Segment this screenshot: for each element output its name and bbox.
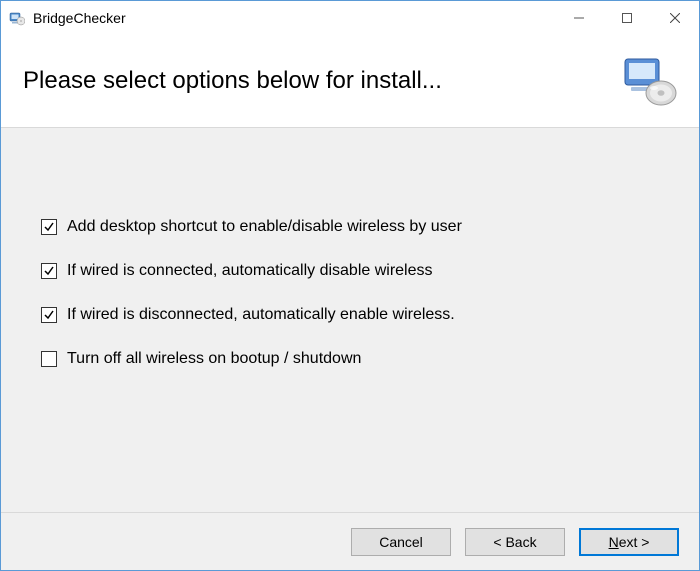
page-title: Please select options below for install.… — [23, 67, 442, 95]
option-desktop-shortcut[interactable]: Add desktop shortcut to enable/disable w… — [41, 218, 659, 236]
options-panel: Add desktop shortcut to enable/disable w… — [1, 128, 699, 512]
app-icon — [9, 10, 25, 26]
checkbox-icon[interactable] — [41, 219, 57, 235]
option-auto-enable-wireless[interactable]: If wired is disconnected, automatically … — [41, 306, 659, 324]
close-button[interactable] — [651, 1, 699, 35]
checkbox-icon[interactable] — [41, 307, 57, 323]
wizard-header: Please select options below for install.… — [1, 35, 699, 128]
cancel-button[interactable]: Cancel — [351, 528, 451, 556]
option-label: If wired is connected, automatically dis… — [67, 262, 433, 280]
titlebar: BridgeChecker — [1, 1, 699, 35]
option-auto-disable-wireless[interactable]: If wired is connected, automatically dis… — [41, 262, 659, 280]
option-label: If wired is disconnected, automatically … — [67, 306, 455, 324]
next-button-rest: ext > — [619, 534, 650, 550]
installer-window: BridgeChecker Please select options belo… — [0, 0, 700, 571]
option-turn-off-on-boot[interactable]: Turn off all wireless on bootup / shutdo… — [41, 350, 659, 368]
minimize-button[interactable] — [555, 1, 603, 35]
checkbox-icon[interactable] — [41, 263, 57, 279]
next-button-hotkey: N — [609, 534, 619, 550]
checkbox-icon[interactable] — [41, 351, 57, 367]
maximize-button[interactable] — [603, 1, 651, 35]
installer-icon — [621, 53, 677, 109]
option-label: Add desktop shortcut to enable/disable w… — [67, 218, 462, 236]
option-label: Turn off all wireless on bootup / shutdo… — [67, 350, 361, 368]
wizard-footer: Cancel < Back Next > — [1, 512, 699, 570]
back-button[interactable]: < Back — [465, 528, 565, 556]
next-button[interactable]: Next > — [579, 528, 679, 556]
window-title: BridgeChecker — [33, 10, 126, 26]
